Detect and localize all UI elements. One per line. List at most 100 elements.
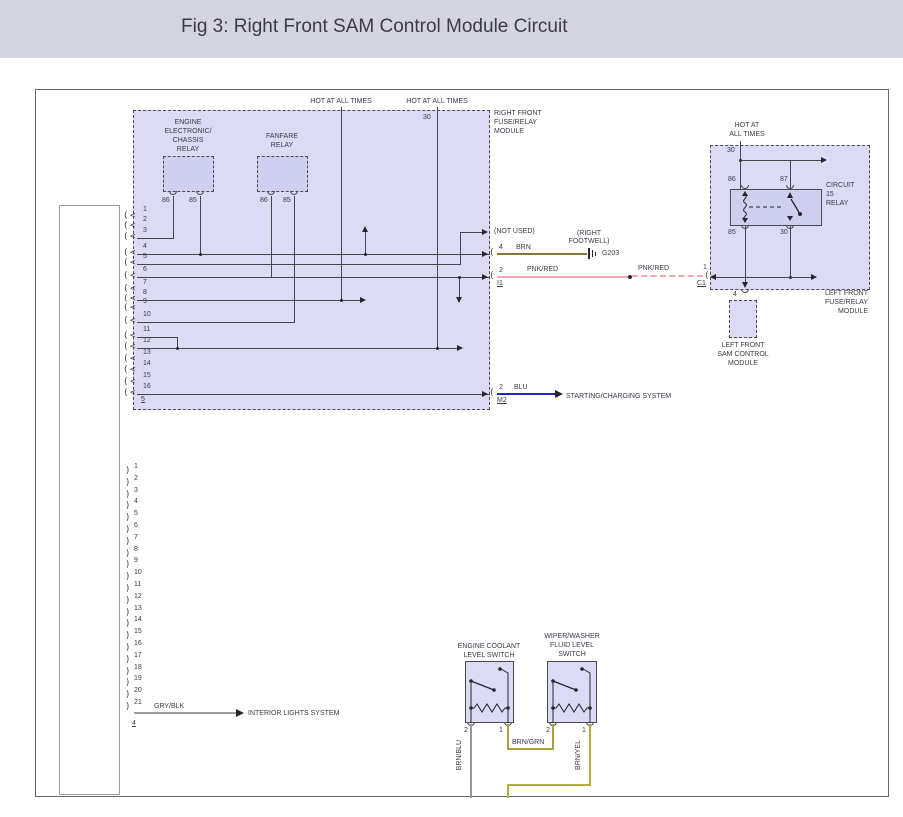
wire-brngrn-h [507, 748, 554, 750]
connector-arc: ( [123, 271, 129, 281]
pin-number: 1 [134, 463, 138, 470]
connector-arrow-icon: < [130, 232, 136, 242]
pin-number: 2 [134, 475, 138, 482]
wire-pin5-riser [460, 232, 461, 264]
wire-pnk-dashed [632, 275, 703, 277]
circuit-15-relay-internals [742, 191, 802, 223]
figure-title: Fig 3: Right Front SAM Control Module Ci… [181, 16, 568, 37]
connector-arc: ( [123, 342, 129, 352]
circuit15-label1: CIRCUIT [826, 182, 855, 189]
connector-arc: ) [125, 537, 131, 547]
wire-hot30 [740, 141, 741, 189]
sam-name1: LEFT FRONT [721, 342, 765, 349]
c1-connector-id: C1 [697, 280, 706, 287]
ww-name2: FLUID LEVEL [550, 642, 594, 649]
wire-85-down [745, 226, 746, 284]
gry-wire-label: GRY/BLK [154, 703, 185, 710]
junction [340, 299, 343, 302]
wire-eng86 [173, 196, 174, 238]
engine-relay-label4: RELAY [176, 146, 200, 153]
hot-label1: HOT AT [734, 122, 760, 129]
wire-fan85 [294, 196, 295, 322]
junction [458, 276, 461, 279]
ecl-internals [469, 667, 510, 723]
connector-arc: ( [123, 388, 129, 398]
pin-number: 9 [143, 298, 147, 305]
pin-number: 2 [143, 216, 147, 223]
brnblu-label: BRN/BLU [456, 740, 463, 771]
wire-brnyel-v2 [507, 784, 509, 798]
wire-pnk-solid [497, 276, 629, 278]
pin-number: 7 [143, 279, 147, 286]
connector-arc: ) [125, 501, 131, 511]
lf-module-name3: MODULE [838, 308, 868, 315]
pin-number: 14 [134, 616, 142, 623]
engine-relay-label1: ENGINE [174, 119, 202, 126]
pnk-connector-id: I1 [497, 280, 503, 287]
pin-number: 11 [143, 326, 151, 333]
pin-number: 8 [134, 546, 138, 553]
connector-arc: ) [125, 549, 131, 559]
connector-arc: ) [125, 667, 131, 677]
connector-arrow-icon: < [130, 331, 136, 341]
connector-arc: ( [489, 248, 495, 258]
footwell-label1: (RIGHT [576, 230, 602, 237]
arrow-gry [236, 709, 244, 717]
ww-name3: SWITCH [558, 651, 586, 658]
connector-arc: ( [123, 316, 129, 326]
wire-brnyel-v [589, 724, 591, 786]
connector-arc: ) [125, 619, 131, 629]
connector-arc: ) [125, 690, 131, 700]
pin-number: 1 [143, 206, 147, 213]
starting-charging-label: STARTING/CHARGING SYSTEM [566, 393, 672, 400]
connector-arc: ( [123, 248, 129, 258]
relay-pin85: 85 [728, 229, 736, 236]
engine-relay-pin86: 86 [162, 197, 170, 204]
pin-number: 5 [143, 253, 147, 260]
connector-id-5: 5 [141, 396, 145, 403]
c1-pin-number: 1 [703, 264, 707, 271]
module-name-line3: MODULE [494, 128, 524, 135]
connector-arc: ) [125, 560, 131, 570]
fanfare-relay-box [257, 156, 308, 192]
wire-brnyel-h [507, 784, 591, 786]
brnyel-label: BRN/YEL [575, 740, 582, 770]
hot-at-all-times-label-left: HOT AT ALL TIMES [310, 98, 372, 105]
relay-pin86: 86 [728, 176, 736, 183]
not-used-label: (NOT USED) [494, 228, 535, 235]
connector-arc: ( [123, 365, 129, 375]
exit-arrow [482, 251, 488, 257]
junction [364, 253, 367, 256]
connector-arrow-icon: < [130, 354, 136, 364]
connector-arc: ( [123, 303, 129, 313]
arrow-stub-up [362, 226, 368, 232]
hot-at-all-times-label-right: HOT AT ALL TIMES [406, 98, 468, 105]
connector-arc: ) [125, 702, 131, 712]
connector-arrow-icon: < [130, 248, 136, 258]
exit-arrow [482, 274, 488, 280]
pin-number: 7 [134, 534, 138, 541]
connector-arc: ) [125, 655, 131, 665]
pin-number: 10 [134, 569, 142, 576]
ww-internals [551, 667, 592, 723]
pnk-pin-number: 2 [499, 267, 503, 274]
connector-arc: ( [123, 221, 129, 231]
connector-arrow-icon: < [130, 377, 136, 387]
circuit15-label3: RELAY [826, 200, 849, 207]
circuit15-label2: 15 [826, 191, 834, 198]
pin-number: 15 [143, 372, 151, 379]
connector-arrow-icon: < [130, 258, 136, 268]
pin-number: 5 [134, 510, 138, 517]
wire-gry [134, 712, 236, 714]
connector-arrow-icon: < [130, 284, 136, 294]
connector-arrow-icon: < [130, 303, 136, 313]
arrow-pin12 [457, 345, 463, 351]
sam-name3: MODULE [728, 360, 758, 367]
connector-arc: ) [125, 678, 131, 688]
interior-lights-label: INTERIOR LIGHTS SYSTEM [248, 710, 340, 717]
connector-arc: ) [125, 572, 131, 582]
wire-brnblu [470, 724, 472, 798]
brn-wire-label: BRN [516, 244, 531, 251]
arrow-stub-down [456, 297, 462, 303]
ww-pin1: 1 [582, 727, 586, 734]
